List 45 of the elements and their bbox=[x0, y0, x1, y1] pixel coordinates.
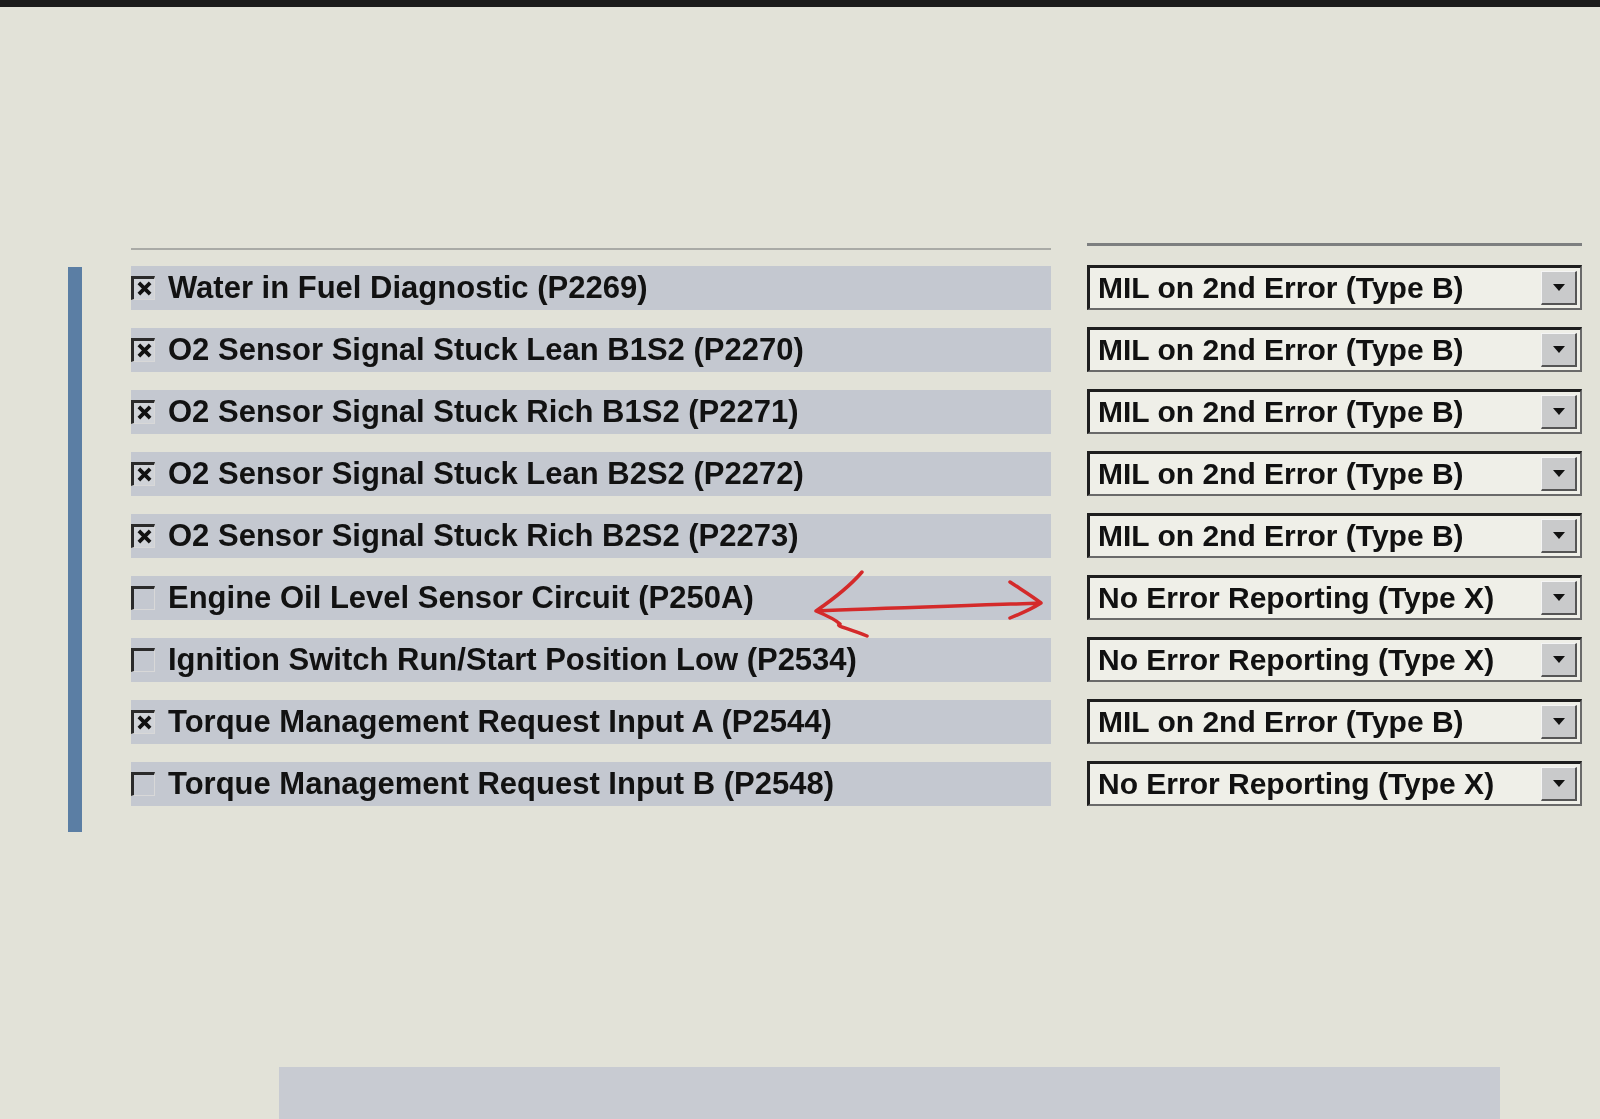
checkbox[interactable] bbox=[131, 647, 155, 672]
dropdown-button[interactable] bbox=[1541, 271, 1577, 305]
dropdown-field[interactable]: MIL on 2nd Error (Type B) bbox=[1087, 327, 1582, 372]
caret-icon bbox=[1552, 532, 1565, 539]
dropdown-button[interactable] bbox=[1541, 333, 1577, 367]
dropdown-field[interactable]: MIL on 2nd Error (Type B) bbox=[1087, 451, 1582, 496]
caret-icon bbox=[1552, 656, 1565, 663]
option-label: O2 Sensor Signal Stuck Lean B2S2 (P2272) bbox=[168, 455, 804, 492]
dropdown-button[interactable] bbox=[1541, 643, 1577, 677]
checkbox[interactable] bbox=[131, 275, 155, 300]
option-label: Water in Fuel Diagnostic (P2269) bbox=[168, 269, 648, 306]
dropdown-field[interactable]: MIL on 2nd Error (Type B) bbox=[1087, 513, 1582, 558]
dropdown-field[interactable]: No Error Reporting (Type X) bbox=[1087, 637, 1582, 682]
option-label: Torque Management Request Input B (P2548) bbox=[168, 765, 834, 802]
dropdown-button[interactable] bbox=[1541, 767, 1577, 801]
option-label: Engine Oil Level Sensor Circuit (P250A) bbox=[168, 579, 754, 616]
dropdown-button[interactable] bbox=[1541, 581, 1577, 615]
caret-icon bbox=[1552, 470, 1565, 477]
option-label: O2 Sensor Signal Stuck Rich B1S2 (P2271) bbox=[168, 393, 799, 430]
checkbox[interactable] bbox=[131, 585, 155, 610]
option-label: O2 Sensor Signal Stuck Lean B1S2 (P2270) bbox=[168, 331, 804, 368]
caret-icon bbox=[1552, 346, 1565, 353]
checkbox[interactable] bbox=[131, 709, 155, 734]
caret-icon bbox=[1552, 718, 1565, 725]
checkbox[interactable] bbox=[131, 771, 155, 796]
option-label: Ignition Switch Run/Start Position Low (P2534) bbox=[168, 641, 857, 678]
caret-icon bbox=[1552, 780, 1565, 787]
dropdown-button[interactable] bbox=[1541, 395, 1577, 429]
dropdown-button[interactable] bbox=[1541, 457, 1577, 491]
option-label: Torque Management Request Input A (P2544) bbox=[168, 703, 832, 740]
caret-icon bbox=[1552, 284, 1565, 291]
checkbox[interactable] bbox=[131, 337, 155, 362]
caret-icon bbox=[1552, 408, 1565, 415]
dropdown-field[interactable]: MIL on 2nd Error (Type B) bbox=[1087, 265, 1582, 310]
dropdown-button[interactable] bbox=[1541, 705, 1577, 739]
option-label: O2 Sensor Signal Stuck Rich B2S2 (P2273) bbox=[168, 517, 799, 554]
dropdown-field[interactable]: No Error Reporting (Type X) bbox=[1087, 575, 1582, 620]
dropdown-button[interactable] bbox=[1541, 519, 1577, 553]
dropdown-field[interactable]: No Error Reporting (Type X) bbox=[1087, 761, 1582, 806]
checkbox[interactable] bbox=[131, 461, 155, 486]
checkbox[interactable] bbox=[131, 523, 155, 548]
caret-icon bbox=[1552, 594, 1565, 601]
dropdown-field[interactable]: MIL on 2nd Error (Type B) bbox=[1087, 699, 1582, 744]
dropdown-field[interactable]: MIL on 2nd Error (Type B) bbox=[1087, 389, 1582, 434]
checkbox[interactable] bbox=[131, 399, 155, 424]
